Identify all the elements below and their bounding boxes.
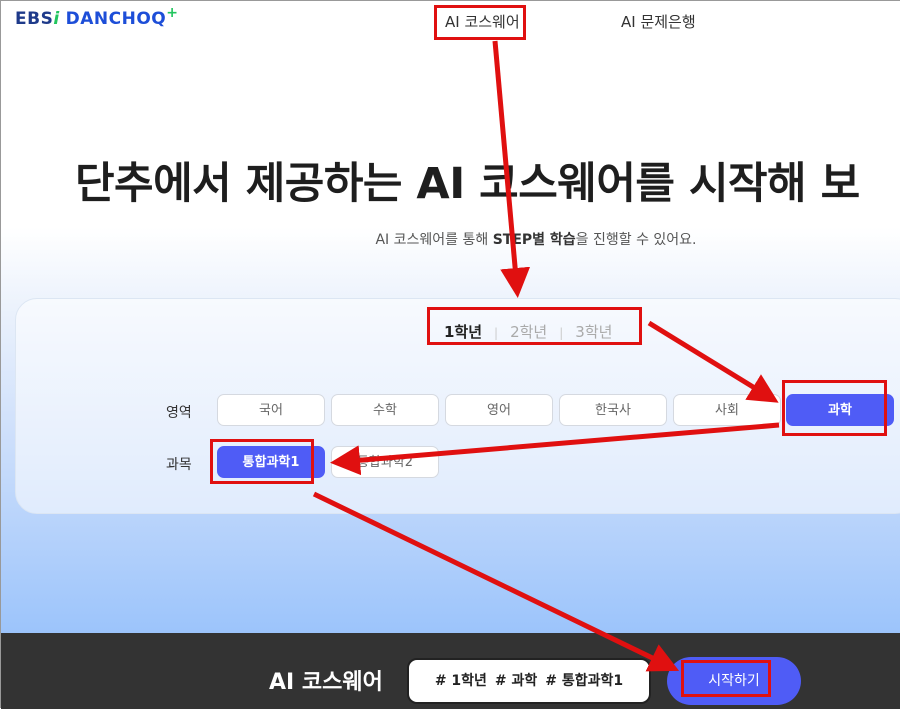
arrow-subject-to-start — [312, 491, 680, 672]
arrow-grade-to-science — [647, 320, 779, 403]
arrow-science-to-subject — [330, 422, 780, 476]
annotation-arrows — [312, 40, 780, 672]
arrow-nav-to-grade — [492, 40, 531, 298]
